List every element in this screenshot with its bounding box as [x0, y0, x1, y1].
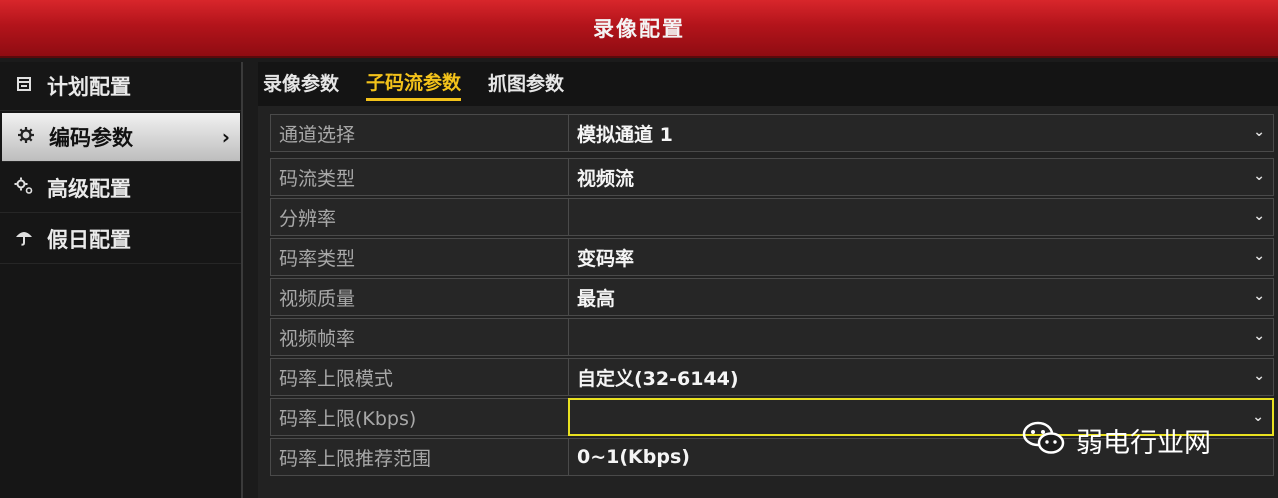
calendar-icon [12, 76, 36, 97]
chevron-down-icon[interactable]: ⌄ [1253, 124, 1265, 140]
gear-icon [14, 126, 38, 149]
field-label: 码率上限(Kbps) [271, 399, 569, 435]
sidebar-item-label: 假日配置 [47, 228, 131, 252]
sidebar-item-encoding[interactable]: 编码参数 › [2, 113, 240, 162]
chevron-down-icon[interactable]: ⌄ [1253, 328, 1265, 344]
field-value: 视频流 [577, 167, 635, 190]
field-value: 变码率 [577, 247, 635, 270]
sidebar-item-schedule[interactable]: 计划配置 [0, 62, 241, 111]
resolution-select[interactable]: ⌄ [569, 199, 1273, 235]
sidebar-item-holiday[interactable]: 假日配置 [0, 215, 241, 264]
chevron-down-icon[interactable]: ⌄ [1253, 368, 1265, 384]
chevron-down-icon[interactable]: ⌄ [1253, 248, 1265, 264]
channel-select[interactable]: 模拟通道 1 ⌄ [569, 115, 1273, 151]
advanced-gear-icon [12, 177, 36, 200]
chevron-down-icon[interactable]: ⌄ [1252, 409, 1264, 425]
field-label: 码率类型 [271, 239, 569, 275]
field-label: 分辨率 [271, 199, 569, 235]
watermark-text: 弱电行业网 [1076, 427, 1211, 459]
field-value: 最高 [577, 287, 616, 310]
field-value: 模拟通道 1 [577, 123, 673, 146]
sidebar-item-label: 计划配置 [47, 75, 131, 99]
form-row-channel: 通道选择 模拟通道 1 ⌄ [270, 114, 1274, 152]
video-quality-select[interactable]: 最高 ⌄ [569, 279, 1273, 315]
title-bar: 录像配置 [0, 0, 1278, 58]
field-value: 自定义(32-6144) [577, 367, 739, 390]
chevron-down-icon[interactable]: ⌄ [1253, 208, 1265, 224]
wechat-icon [1022, 420, 1066, 460]
tab-bar: 录像参数 子码流参数 抓图参数 [258, 62, 1278, 106]
form-row-bitrate-type: 码率类型 变码率 ⌄ [270, 238, 1274, 276]
umbrella-icon [12, 228, 36, 251]
field-label: 码流类型 [271, 159, 569, 195]
form-row-resolution: 分辨率 ⌄ [270, 198, 1274, 236]
form-row-frame-rate: 视频帧率 ⌄ [270, 318, 1274, 356]
tab-record-params[interactable]: 录像参数 [263, 69, 339, 99]
tab-substream-params[interactable]: 子码流参数 [366, 68, 462, 101]
field-value: 0~1(Kbps) [577, 446, 690, 468]
form-row-bitrate-limit-mode: 码率上限模式 自定义(32-6144) ⌄ [270, 358, 1274, 396]
sidebar-item-label: 高级配置 [47, 177, 131, 201]
field-label: 码率上限推荐范围 [271, 439, 569, 475]
chevron-down-icon[interactable]: ⌄ [1253, 288, 1265, 304]
sidebar-item-label: 编码参数 [49, 126, 133, 150]
field-label: 视频质量 [271, 279, 569, 315]
field-label: 通道选择 [271, 115, 569, 151]
chevron-right-icon: › [221, 125, 230, 149]
bitrate-type-select[interactable]: 变码率 ⌄ [569, 239, 1273, 275]
watermark: 弱电行业网 [1022, 420, 1211, 460]
tab-capture-params[interactable]: 抓图参数 [488, 69, 564, 99]
form-row-video-quality: 视频质量 最高 ⌄ [270, 278, 1274, 316]
chevron-down-icon[interactable]: ⌄ [1253, 168, 1265, 184]
frame-rate-select[interactable]: ⌄ [569, 319, 1273, 355]
sidebar-item-advanced[interactable]: 高级配置 [0, 164, 241, 213]
field-label: 码率上限模式 [271, 359, 569, 395]
field-label: 视频帧率 [271, 319, 569, 355]
stream-type-select[interactable]: 视频流 ⌄ [569, 159, 1273, 195]
bitrate-limit-mode-select[interactable]: 自定义(32-6144) ⌄ [569, 359, 1273, 395]
form-row-stream-type: 码流类型 视频流 ⌄ [270, 158, 1274, 196]
window-title: 录像配置 [593, 17, 685, 41]
sidebar: 计划配置 编码参数 › 高级配置 假日配置 [0, 62, 243, 498]
